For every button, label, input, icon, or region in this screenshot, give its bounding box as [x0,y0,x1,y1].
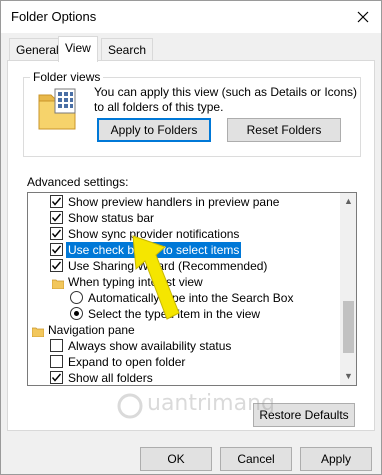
watermark: uantrimang [117,391,307,419]
apply-button[interactable]: Apply [300,447,372,471]
scroll-up-icon[interactable]: ▲ [340,193,356,210]
radio-dot-icon [74,311,79,316]
ok-button[interactable]: OK [140,447,212,471]
folder-options-dialog: Folder Options General View Search Folde… [0,0,382,475]
checkbox[interactable] [50,355,63,368]
folder-views-label: Folder views [30,70,104,84]
cancel-button[interactable]: Cancel [220,447,292,471]
scrollbar[interactable]: ▲ ▼ [340,193,356,385]
folder-icon [31,325,45,338]
item-label: Use check boxes to select items [64,241,243,259]
folder-views-description: You can apply this view (such as Details… [94,85,358,114]
advanced-settings-label: Advanced settings: [27,175,129,189]
radio-button[interactable] [70,291,83,304]
checkbox[interactable] [50,227,63,240]
watermark-text: uantrimang [147,391,275,416]
item-label: Select the typed item in the view [88,307,261,321]
tab-view[interactable]: View [58,36,98,62]
close-icon[interactable] [353,7,373,27]
checkbox[interactable] [50,339,63,352]
item-label: Show all folders [68,371,153,385]
folder-icon [51,277,65,290]
tab-search[interactable]: Search [101,38,154,60]
checkbox[interactable] [50,259,63,272]
item-label: Use Sharing Wizard (Recommended) [68,259,268,273]
radio-button[interactable] [70,307,83,320]
item-label: Navigation pane [48,323,135,337]
checkbox[interactable] [50,371,63,384]
apply-to-folders-button[interactable]: Apply to Folders [97,118,211,142]
reset-folders-button[interactable]: Reset Folders [227,118,341,142]
checkbox[interactable] [50,211,63,224]
checkbox[interactable] [50,243,63,256]
item-label: Show sync provider notifications [68,227,240,241]
item-label: Expand to open folder [68,355,186,369]
scroll-down-icon[interactable]: ▼ [340,368,356,385]
item-label: When typing into list view [68,275,203,289]
item-label: Show preview handlers in preview pane [68,195,280,209]
folder-views-icon [37,87,79,131]
item-label: Always show availability status [68,339,232,353]
item-label: Automatically type into the Search Box [88,291,294,305]
window-title: Folder Options [11,9,97,24]
scrollbar-thumb[interactable] [343,301,354,353]
item-label: Show status bar [68,211,155,225]
checkbox[interactable] [50,195,63,208]
advanced-settings-tree[interactable]: Show preview handlers in preview pane Sh… [27,192,357,386]
title-bar[interactable]: Folder Options [1,1,381,33]
watermark-logo [117,393,143,419]
